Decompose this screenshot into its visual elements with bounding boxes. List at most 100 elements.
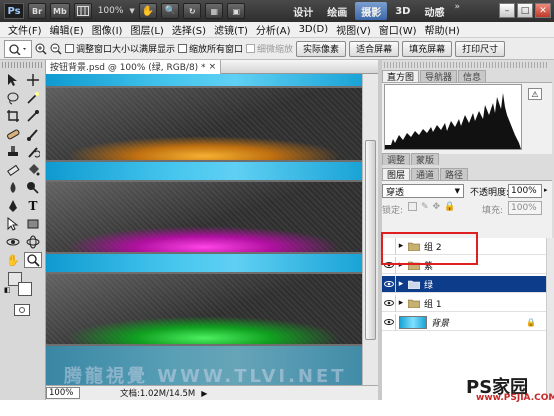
tab-histogram_panel-1[interactable]: 导航器 — [420, 70, 458, 83]
rotate-view-button[interactable]: ↻ — [183, 3, 202, 19]
tab-layers_panel-0[interactable]: 图层 — [382, 168, 411, 181]
layer-row[interactable]: ▸ 组 1 — [382, 294, 550, 312]
type-tool[interactable]: T — [24, 198, 42, 214]
lock-all-icon[interactable]: 🔒 — [444, 202, 455, 212]
zoom-tool[interactable] — [24, 252, 42, 268]
screen-mode-button[interactable]: ▣ — [227, 3, 246, 19]
chevron-right-icon[interactable]: ▸ — [544, 186, 548, 194]
lock-pixels-icon[interactable]: ✎ — [421, 202, 429, 212]
hand-tool-button[interactable]: ✋ — [138, 3, 158, 19]
menu-item-9[interactable]: 窗口(W) — [375, 22, 421, 37]
fit-screen-button[interactable]: 适合屏幕 — [349, 40, 400, 57]
workspace-1[interactable]: 绘画 — [321, 2, 353, 20]
panel-grip[interactable] — [384, 62, 548, 68]
layer-row[interactable]: 背景 🔒 — [382, 313, 550, 331]
zoom-out-icon[interactable] — [50, 43, 62, 55]
menu-bar: 文件(F) 编辑(E) 图像(I) 图层(L) 选择(S) 滤镜(T) 分析(A) 3D(D)… — [0, 22, 554, 38]
expand-triangle-icon[interactable]: ▸ — [396, 298, 406, 308]
close-button[interactable]: ✕ — [535, 3, 551, 18]
zoom-tool-button[interactable]: 🔍 — [161, 3, 180, 19]
healing-brush-tool[interactable] — [4, 126, 22, 142]
menu-item-2[interactable]: 图像(I) — [88, 22, 127, 37]
workspace-0[interactable]: 设计 — [287, 2, 319, 20]
arrange-documents-button[interactable]: ▦ — [205, 3, 224, 19]
eyedropper-tool[interactable] — [24, 108, 42, 124]
zoom-level-dropdown[interactable]: 100% — [96, 6, 126, 16]
canvas[interactable]: 腾龍視覺 WWW.TLVI.NET — [46, 74, 362, 385]
workspace-4[interactable]: 动感 — [418, 2, 450, 20]
tab-layers_panel-2[interactable]: 路径 — [440, 168, 469, 181]
lock-transparency-icon[interactable] — [408, 202, 417, 211]
quick-selection-tool[interactable] — [24, 90, 42, 106]
menu-item-4[interactable]: 选择(S) — [168, 22, 210, 37]
opacity-field[interactable]: 100% — [508, 184, 542, 198]
minimize-button[interactable]: – — [499, 3, 515, 18]
menu-item-0[interactable]: 文件(F) — [4, 22, 46, 37]
menu-item-8[interactable]: 视图(V) — [332, 22, 375, 37]
quick-mask-button[interactable] — [14, 304, 30, 316]
zoom-in-icon[interactable] — [35, 43, 47, 55]
launch-mini-bridge-button[interactable]: Mb — [50, 3, 70, 19]
tab-histogram_panel-0[interactable]: 直方图 — [382, 70, 420, 83]
hand-tool[interactable]: ✋ — [4, 252, 22, 268]
menu-item-3[interactable]: 图层(L) — [126, 22, 167, 37]
zoom-field[interactable]: 100% — [46, 387, 80, 399]
tab-adjust_panel-0[interactable]: 调整 — [382, 153, 411, 166]
panel-grip[interactable] — [2, 62, 42, 68]
actual-pixels-button[interactable]: 实际像素 — [296, 40, 347, 57]
launch-bridge-button[interactable]: Br — [28, 3, 46, 19]
close-icon[interactable]: × — [209, 62, 217, 72]
zoom-all-windows-checkbox[interactable]: 缩放所有窗口 — [178, 42, 243, 55]
tab-adjust_panel-1[interactable]: 蒙版 — [411, 153, 440, 166]
visibility-eye-icon[interactable] — [382, 294, 396, 312]
background-color-swatch[interactable] — [18, 282, 32, 296]
menu-item-7[interactable]: 3D(D) — [295, 24, 333, 35]
resize-windows-checkbox[interactable]: 调整窗口大小以满屏显示 — [65, 42, 175, 55]
layer-row[interactable]: ▸ 绿 — [382, 275, 550, 293]
workspace-3[interactable]: 3D — [389, 2, 416, 20]
workspace-2[interactable]: 摄影 — [355, 2, 388, 20]
move-tool[interactable] — [4, 72, 22, 88]
print-size-button[interactable]: 打印尺寸 — [455, 40, 506, 57]
histogram-refresh-button[interactable]: ⚠ — [528, 88, 542, 100]
lasso-tool[interactable] — [4, 90, 22, 106]
3d-rotate-tool[interactable] — [4, 234, 22, 250]
artboard-move-tool[interactable] — [24, 72, 42, 88]
fill-screen-button[interactable]: 填充屏幕 — [402, 40, 453, 57]
visibility-eye-icon[interactable] — [382, 275, 396, 293]
brush-tool[interactable] — [24, 126, 42, 142]
status-menu-icon[interactable]: ▶ — [201, 389, 207, 398]
scrubby-zoom-checkbox[interactable]: 细微缩放 — [246, 42, 293, 55]
scrollbar-thumb[interactable] — [365, 140, 376, 340]
tab-histogram_panel-2[interactable]: 信息 — [458, 70, 487, 83]
more-workspaces-icon[interactable]: » — [452, 2, 462, 20]
maximize-button[interactable]: □ — [517, 3, 533, 18]
default-colors-icon[interactable]: ◧ — [4, 286, 11, 294]
history-brush-tool[interactable] — [24, 144, 42, 160]
fill-field[interactable]: 100% — [508, 201, 542, 215]
dodge-tool[interactable] — [24, 180, 42, 196]
pen-tool[interactable] — [4, 198, 22, 214]
vertical-scrollbar[interactable] — [362, 74, 378, 385]
3d-orbit-tool[interactable] — [24, 234, 42, 250]
view-extras-button[interactable] — [73, 3, 92, 19]
path-selection-tool[interactable] — [4, 216, 22, 232]
document-tab[interactable]: 按钮背景.psd @ 100% (绿, RGB/8) * × — [46, 59, 222, 74]
blur-tool[interactable] — [4, 180, 22, 196]
menu-item-6[interactable]: 分析(A) — [252, 22, 295, 37]
tab-layers_panel-1[interactable]: 通道 — [411, 168, 440, 181]
expand-triangle-icon[interactable]: ▸ — [396, 279, 406, 289]
tool-preset-picker[interactable] — [4, 39, 32, 58]
eraser-tool[interactable] — [4, 162, 22, 178]
visibility-eye-icon[interactable] — [382, 313, 396, 331]
rectangle-tool[interactable] — [24, 216, 42, 232]
menu-item-10[interactable]: 帮助(H) — [421, 22, 464, 37]
menu-item-5[interactable]: 滤镜(T) — [210, 22, 252, 37]
menu-item-1[interactable]: 编辑(E) — [46, 22, 88, 37]
crop-tool[interactable] — [4, 108, 22, 124]
paint-bucket-tool[interactable] — [24, 162, 42, 178]
lock-position-icon[interactable]: ✥ — [433, 202, 441, 212]
layers-scrollbar[interactable] — [546, 238, 554, 400]
blend-mode-select[interactable]: 穿透 ▼ — [382, 184, 464, 198]
clone-stamp-tool[interactable] — [4, 144, 22, 160]
